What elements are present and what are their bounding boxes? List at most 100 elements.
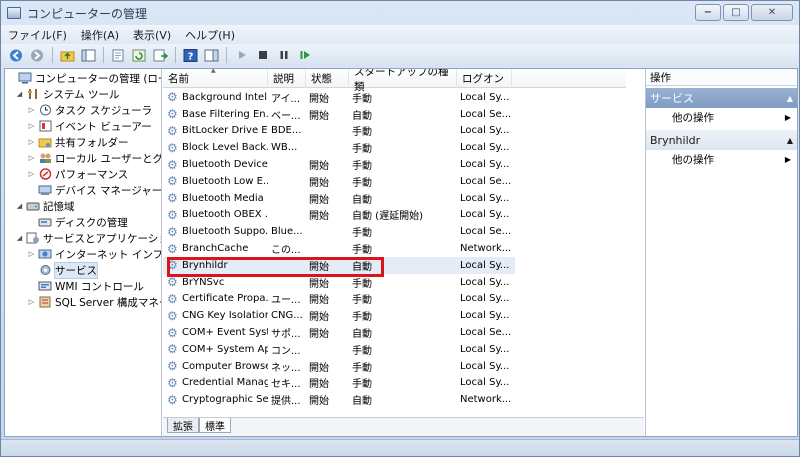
- collapse-up-icon[interactable]: ▲: [787, 136, 793, 145]
- cell-text: Certificate Propa...: [182, 293, 268, 305]
- menu-action[interactable]: 操作(A): [74, 27, 126, 43]
- tree-item-iis[interactable]: ▷ インターネット インフォ: [27, 246, 161, 262]
- pause-icon[interactable]: [274, 46, 293, 64]
- service-logon-cell: Local Se...: [457, 327, 515, 338]
- column-header-logon[interactable]: ログオン: [457, 69, 512, 88]
- action-pane-icon[interactable]: [202, 46, 221, 64]
- actions-section-brynhildr[interactable]: Brynhildr ▲: [646, 130, 797, 150]
- service-gear-icon: ⚙: [167, 225, 178, 238]
- cell-text: 自動: [352, 110, 372, 122]
- service-row[interactable]: ⚙ Base Filtering En... ベー... 開始 自動 Local Se..…: [163, 106, 515, 123]
- refresh-icon[interactable]: [130, 46, 149, 64]
- service-startup-type-cell: 手動: [349, 224, 457, 239]
- help-icon[interactable]: ?: [181, 46, 200, 64]
- tree-twisty[interactable]: ▷: [27, 122, 36, 130]
- up-folder-icon[interactable]: [58, 46, 77, 64]
- export-icon[interactable]: [109, 46, 128, 64]
- action-label: 他の操作: [672, 111, 714, 124]
- menu-view[interactable]: 表示(V): [126, 27, 178, 43]
- toolbar-separator: [52, 47, 53, 63]
- cell-text: アイ...: [271, 93, 301, 105]
- service-row[interactable]: ⚙ Credential Managerセキ... 開始 手動 Local Sy...: [163, 375, 515, 392]
- menu-help[interactable]: ヘルプ(H): [178, 27, 242, 43]
- tree-item-wmi-control[interactable]: WMI コントロール: [27, 278, 144, 294]
- collapse-up-icon[interactable]: ▲: [787, 94, 793, 103]
- export-list-icon[interactable]: [151, 46, 170, 64]
- column-header-name[interactable]: ▲ 名前: [163, 69, 268, 88]
- tree-item-disk-management[interactable]: ディスクの管理: [27, 214, 128, 230]
- service-row[interactable]: ⚙ Certificate Propa... ユー... 開始 手動 Local Sy..…: [163, 291, 515, 308]
- tree-item-storage[interactable]: ◢ 記憶域: [15, 198, 75, 214]
- tree-item-sql-server-config[interactable]: ▷ SQL Server 構成マネージ: [27, 294, 161, 310]
- service-row[interactable]: ⚙ Bluetooth Device... 開始 手動 Local Sy...: [163, 156, 515, 173]
- column-header-status[interactable]: 状態: [306, 69, 349, 88]
- disk-icon: [38, 216, 52, 229]
- tree-item-event-viewer[interactable]: ▷ イベント ビューアー: [27, 118, 152, 134]
- service-logon-cell: Local Sy...: [457, 277, 515, 288]
- tree-twisty[interactable]: ◢: [15, 90, 24, 98]
- service-row[interactable]: ⚙ CNG Key Isolation CNG... 開始 手動 Local Sy...: [163, 307, 515, 324]
- tree-twisty[interactable]: ◢: [15, 234, 24, 242]
- service-row[interactable]: ⚙ Bluetooth Suppo... Blue... 手動 Local Se...: [163, 223, 515, 240]
- service-row[interactable]: ⚙ COM+ System Ap...コン... 手動 Local Sy...: [163, 341, 515, 358]
- tree-item-computer-management[interactable]: コンピューターの管理 (ローカル: [7, 70, 161, 86]
- service-logon-cell: Local Sy...: [457, 209, 515, 220]
- action-more-actions-brynhildr[interactable]: 他の操作 ▶: [646, 150, 797, 168]
- sql-server-icon: [38, 296, 52, 309]
- tree-item-local-users[interactable]: ▷ ローカル ユーザーとグル: [27, 150, 161, 166]
- tree-twisty[interactable]: ▷: [27, 138, 36, 146]
- cell-text: WB...: [271, 142, 298, 154]
- service-row[interactable]: ⚙ BitLocker Drive E... BDE... 手動 Local Sy...: [163, 123, 515, 140]
- cell-text: Local Se...: [460, 108, 512, 120]
- close-button[interactable]: ✕: [751, 4, 793, 21]
- service-row[interactable]: ⚙ BranchCache この... 手動 Network...: [163, 240, 515, 257]
- actions-section-services[interactable]: サービス ▲: [646, 88, 797, 108]
- title-bar[interactable]: コンピューターの管理 − □ ✕: [1, 1, 799, 25]
- play-icon[interactable]: [232, 46, 251, 64]
- tab-standard[interactable]: 標準: [199, 418, 231, 433]
- menu-file[interactable]: ファイル(F): [1, 27, 74, 43]
- action-more-actions-services[interactable]: 他の操作 ▶: [646, 108, 797, 126]
- service-logon-cell: Local Se...: [457, 176, 515, 187]
- service-startup-type-cell: 自動: [349, 325, 457, 340]
- service-row[interactable]: ⚙ Bluetooth OBEX ... 開始 自動 (遅延開始) Local Sy..…: [163, 207, 515, 224]
- tree-item-task-scheduler[interactable]: ▷ タスク スケジューラ: [27, 102, 152, 118]
- service-row[interactable]: ⚙ Block Level Back... WB... 手動 Local Sy...: [163, 139, 515, 156]
- tree-item-services[interactable]: サービス: [27, 261, 98, 279]
- column-header-startup-type[interactable]: スタートアップの種類: [349, 69, 457, 93]
- service-row[interactable]: ⚙ Bluetooth Media ... 開始 自動 Local Sy...: [163, 190, 515, 207]
- tree-item-shared-folders[interactable]: ▷ 共有フォルダー: [27, 134, 129, 150]
- service-row[interactable]: ⚙ Cryptographic Se...提供... 開始 自動 Network...: [163, 391, 515, 408]
- tree-item-performance[interactable]: ▷ パフォーマンス: [27, 166, 128, 182]
- tree-twisty[interactable]: ◢: [15, 202, 24, 210]
- service-status-cell: 開始: [306, 308, 349, 323]
- cell-text: 開始: [309, 177, 329, 189]
- tree-twisty[interactable]: ▷: [27, 298, 36, 306]
- cell-text: 手動: [352, 312, 372, 324]
- back-icon[interactable]: [7, 46, 26, 64]
- service-gear-icon: ⚙: [167, 208, 178, 221]
- service-row[interactable]: ⚙ Bluetooth Low E... 開始 手動 Local Se...: [163, 173, 515, 190]
- column-header-description[interactable]: 説明: [268, 69, 306, 88]
- stop-icon[interactable]: [253, 46, 272, 64]
- tree-twisty[interactable]: ▷: [27, 154, 36, 162]
- tree-item-system-tools[interactable]: ◢ システム ツール: [15, 86, 120, 102]
- service-row[interactable]: ⚙ Background Intel... アイ... 開始 手動 Local Sy...: [163, 89, 515, 106]
- service-logon-cell: Local Sy...: [457, 260, 515, 271]
- tree-twisty[interactable]: ▷: [27, 170, 36, 178]
- service-row[interactable]: ⚙ Computer Browser ネッ... 開始 手動 Local Sy...: [163, 358, 515, 375]
- tab-extended[interactable]: 拡張: [167, 418, 199, 433]
- show-tree-icon[interactable]: [79, 46, 98, 64]
- maximize-button[interactable]: □: [723, 4, 749, 21]
- tree-item-device-manager[interactable]: デバイス マネージャー: [27, 182, 161, 198]
- tree-twisty[interactable]: ▷: [27, 250, 36, 258]
- computer-icon: [18, 72, 32, 85]
- forward-icon[interactable]: [28, 46, 47, 64]
- service-row[interactable]: ⚙ COM+ Event Syst...サポ... 開始 自動 Local Se...: [163, 324, 515, 341]
- computer-management-icon: [7, 7, 21, 19]
- tree-item-services-applications[interactable]: ◢ サービスとアプリケーション: [15, 230, 161, 246]
- restart-icon[interactable]: [295, 46, 314, 64]
- tree-twisty[interactable]: ▷: [27, 106, 36, 114]
- service-status-cell: 開始: [306, 207, 349, 222]
- minimize-button[interactable]: −: [695, 4, 721, 21]
